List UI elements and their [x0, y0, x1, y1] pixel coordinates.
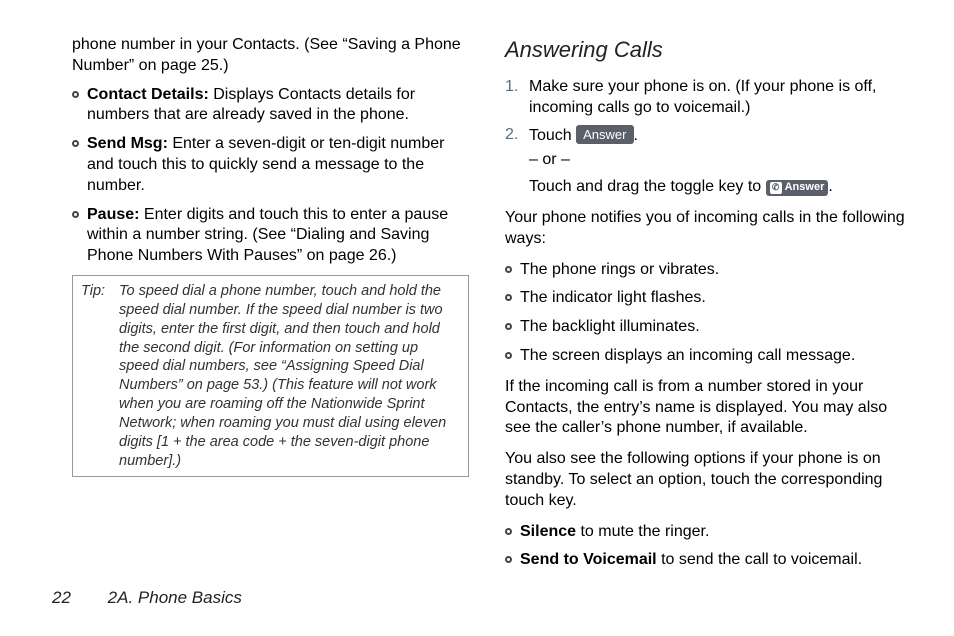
- tip-label: Tip:: [81, 282, 115, 301]
- toggle-prefix: Touch and drag the toggle key to: [529, 178, 766, 195]
- bullet-text: The indicator light flashes.: [520, 288, 906, 309]
- bullet-icon: [505, 323, 512, 330]
- bullet-bold: Contact Details:: [87, 86, 209, 103]
- toggle-instruction: Touch and drag the toggle key to ✆Answer…: [529, 177, 906, 198]
- section-heading: Answering Calls: [505, 37, 906, 63]
- left-column: phone number in your Contacts. (See “Sav…: [52, 35, 473, 575]
- standby-paragraph: You also see the following options if yo…: [505, 449, 906, 511]
- tip-body: To speed dial a phone number, touch and …: [119, 282, 458, 470]
- intro-paragraph: phone number in your Contacts. (See “Sav…: [72, 35, 473, 77]
- page-content: phone number in your Contacts. (See “Sav…: [52, 35, 906, 575]
- tip-box: Tip: To speed dial a phone number, touch…: [72, 275, 469, 477]
- bullet-contact-details: Contact Details: Displays Contacts detai…: [72, 85, 473, 127]
- right-column: Answering Calls 1. Make sure your phone …: [505, 35, 906, 575]
- option-bullets: Silence to mute the ringer. Send to Voic…: [505, 522, 906, 572]
- answer-drag-icon: ✆Answer: [766, 180, 829, 196]
- phone-icon: ✆: [770, 182, 782, 194]
- bullet-text: The backlight illuminates.: [520, 317, 906, 338]
- bullet-bold: Send to Voicemail: [520, 551, 657, 568]
- bullet-send-msg: Send Msg: Enter a seven-digit or ten-dig…: [72, 134, 473, 196]
- notify-intro: Your phone notifies you of incoming call…: [505, 208, 906, 250]
- bullet-icon: [505, 528, 512, 535]
- list-item: The phone rings or vibrates.: [505, 260, 906, 281]
- step-2-suffix: .: [634, 127, 638, 144]
- list-item: The indicator light flashes.: [505, 288, 906, 309]
- step-2: 2. Touch Answer. – or – Touch and drag t…: [525, 125, 906, 198]
- page-footer: 22 2A. Phone Basics: [52, 588, 242, 608]
- section-name: 2A. Phone Basics: [108, 588, 242, 607]
- bullet-text: Silence to mute the ringer.: [520, 522, 906, 543]
- notify-bullets: The phone rings or vibrates. The indicat…: [505, 260, 906, 367]
- bullet-icon: [72, 140, 79, 147]
- bullet-icon: [505, 294, 512, 301]
- bullet-icon: [505, 556, 512, 563]
- bullet-icon: [72, 91, 79, 98]
- answer-button: Answer: [576, 125, 633, 144]
- bullet-bold: Silence: [520, 523, 576, 540]
- step-number: 2.: [505, 125, 518, 146]
- bullet-pause: Pause: Enter digits and touch this to en…: [72, 205, 473, 267]
- steps-list: 1. Make sure your phone is on. (If your …: [505, 77, 906, 198]
- toggle-suffix: .: [828, 178, 832, 195]
- list-item: The backlight illuminates.: [505, 317, 906, 338]
- step-number: 1.: [505, 77, 518, 98]
- bullet-text: The phone rings or vibrates.: [520, 260, 906, 281]
- bullet-send-voicemail: Send to Voicemail to send the call to vo…: [505, 550, 906, 571]
- bullet-bold: Send Msg:: [87, 135, 168, 152]
- bullet-text: The screen displays an incoming call mes…: [520, 346, 906, 367]
- bullet-icon: [505, 352, 512, 359]
- bullet-rest: Enter digits and touch this to enter a p…: [87, 206, 448, 265]
- bullet-icon: [72, 211, 79, 218]
- page-number: 22: [52, 588, 71, 607]
- or-text: – or –: [529, 150, 906, 171]
- bullet-text: Send to Voicemail to send the call to vo…: [520, 550, 906, 571]
- bullet-icon: [505, 266, 512, 273]
- contacts-paragraph: If the incoming call is from a number st…: [505, 377, 906, 439]
- bullet-bold: Pause:: [87, 206, 139, 223]
- answer-icon-label: Answer: [785, 182, 825, 193]
- bullet-text: Send Msg: Enter a seven-digit or ten-dig…: [87, 134, 473, 196]
- step-1: 1. Make sure your phone is on. (If your …: [525, 77, 906, 119]
- step-1-text: Make sure your phone is on. (If your pho…: [529, 78, 876, 116]
- bullet-silence: Silence to mute the ringer.: [505, 522, 906, 543]
- bullet-text: Contact Details: Displays Contacts detai…: [87, 85, 473, 127]
- bullet-rest: to mute the ringer.: [576, 523, 709, 540]
- bullet-text: Pause: Enter digits and touch this to en…: [87, 205, 473, 267]
- step-2-prefix: Touch: [529, 127, 576, 144]
- bullet-rest: to send the call to voicemail.: [657, 551, 862, 568]
- list-item: The screen displays an incoming call mes…: [505, 346, 906, 367]
